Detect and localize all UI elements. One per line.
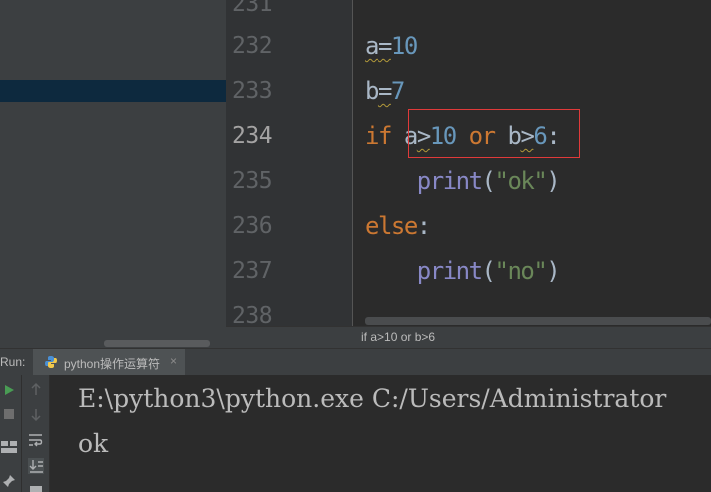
stop-icon[interactable] [3,408,15,420]
operator: = [377,32,392,60]
project-selected-row[interactable] [0,80,226,102]
line-number-current: 234 [232,123,273,149]
code-line-235[interactable]: print("ok") [365,166,561,196]
python-icon [45,356,57,368]
colon: : [416,212,431,240]
scroll-to-end-icon[interactable] [28,458,44,474]
paren: ) [546,257,560,285]
operator: = [377,77,392,105]
line-number: 235 [232,168,273,194]
arrow-down-icon[interactable] [29,408,43,422]
editor-horizontal-scrollbar[interactable] [365,317,711,325]
breadcrumb[interactable]: if a>10 or b>6 [361,330,435,344]
console-line: ok [78,429,109,458]
run-label: Run: [0,355,26,369]
play-icon[interactable] [3,384,15,396]
string-literal: "no" [494,257,548,285]
builtin-print: print [416,257,483,285]
string-literal: "ok" [494,167,548,195]
code-line-233[interactable]: b=7 [365,76,405,106]
keyword-else: else [365,212,418,240]
project-horizontal-scrollbar[interactable] [104,340,210,347]
paren: ( [481,257,496,285]
line-number: 233 [232,78,273,104]
run-tab-label: python操作运算符 [64,357,161,371]
number-literal: 7 [390,77,405,105]
code-line-237[interactable]: print("no") [365,256,561,286]
line-number: 237 [232,258,273,284]
paren: ( [481,167,496,195]
breadcrumb-bar [226,326,711,348]
close-icon[interactable]: × [170,354,177,368]
identifier: b [365,77,379,105]
line-number: 236 [232,213,273,239]
number-literal: 10 [390,32,418,60]
paren: ) [546,167,560,195]
annotation-highlight-box [408,109,580,158]
keyword-if: if [365,122,392,150]
line-number: 232 [232,33,273,59]
console-line: E:\python3\python.exe C:/Users/Administr… [78,384,667,413]
code-line-236[interactable]: else: [365,211,431,241]
project-panel[interactable] [0,0,226,348]
soft-wrap-icon[interactable] [28,433,44,447]
identifier: a [365,32,379,60]
code-line-232[interactable]: a=10 [365,31,418,61]
layout-icon[interactable] [1,441,17,453]
pin-icon[interactable] [2,474,16,488]
print-icon[interactable] [30,484,42,492]
arrow-up-icon[interactable] [29,382,43,396]
line-number: 231 [232,0,273,17]
builtin-print: print [416,167,483,195]
